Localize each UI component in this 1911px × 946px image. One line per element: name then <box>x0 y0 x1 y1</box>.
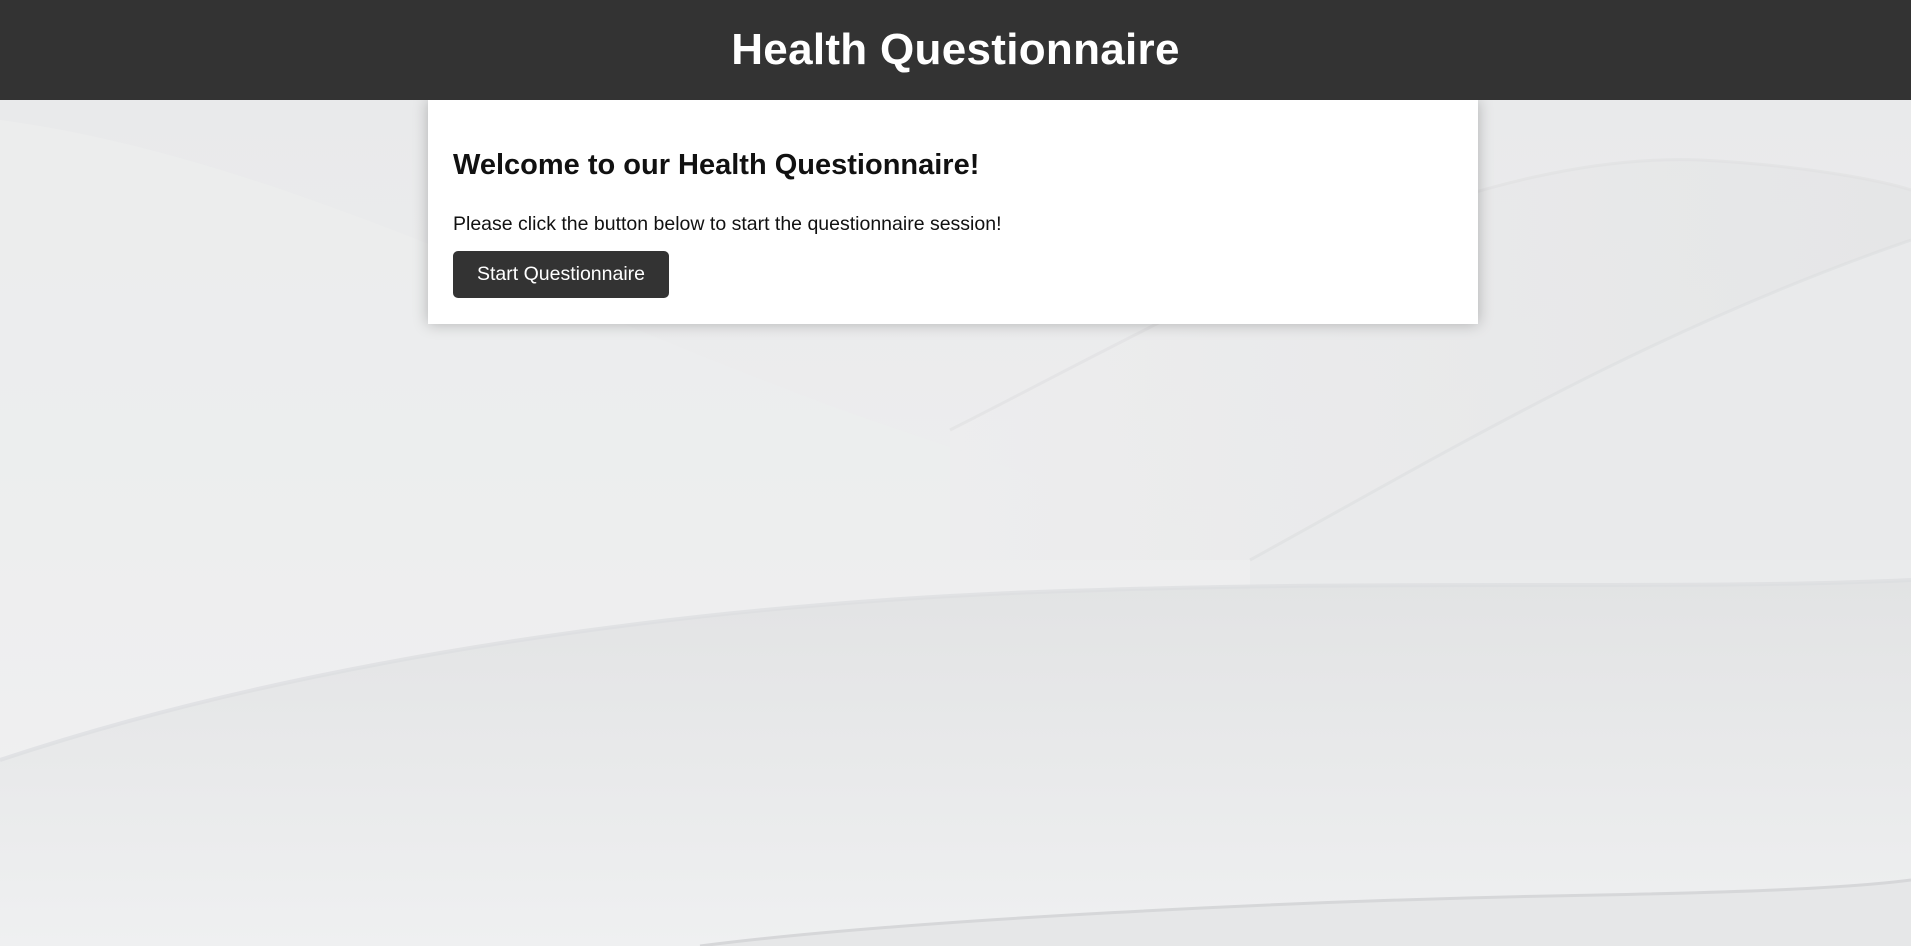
start-questionnaire-button[interactable]: Start Questionnaire <box>453 251 670 298</box>
welcome-card: Welcome to our Health Questionnaire! Ple… <box>428 100 1478 324</box>
page-title: Health Questionnaire <box>731 25 1180 74</box>
instructions-text: Please click the button below to start t… <box>453 213 1002 235</box>
page-header: Health Questionnaire <box>0 0 1911 100</box>
welcome-heading: Welcome to our Health Questionnaire! <box>453 149 980 181</box>
